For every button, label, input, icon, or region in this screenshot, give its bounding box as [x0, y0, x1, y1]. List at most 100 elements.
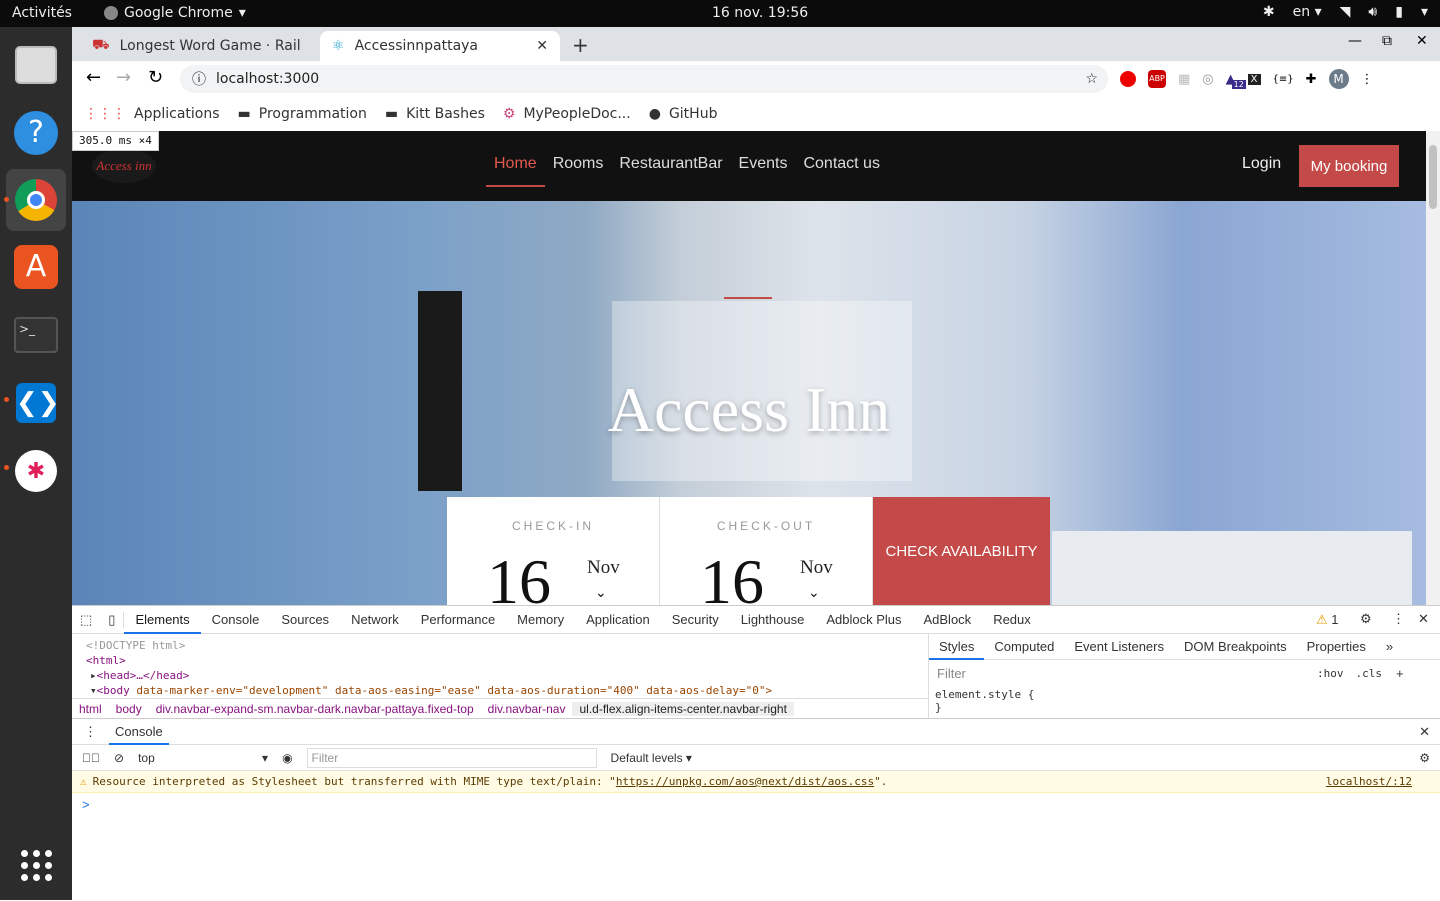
warnings-counter[interactable]: ⚠ 1 — [1316, 612, 1339, 628]
menu-kebab-icon[interactable]: ⋮ — [1361, 72, 1374, 87]
tab-lighthouse[interactable]: Lighthouse — [730, 606, 816, 634]
abp-icon[interactable]: ABP — [1148, 70, 1166, 88]
extension-grid-icon[interactable]: ▦ — [1178, 72, 1190, 87]
cls-toggle[interactable]: .cls — [1356, 667, 1383, 680]
device-toolbar-icon[interactable]: ▯ — [100, 611, 125, 628]
json-viewer-icon[interactable]: {≡} — [1273, 74, 1294, 85]
puzzle-icon[interactable]: ✚ — [1306, 72, 1317, 87]
more-tabs-icon[interactable]: » — [1376, 639, 1403, 654]
tab-computed[interactable]: Computed — [984, 639, 1064, 654]
nav-contact[interactable]: Contact us — [795, 131, 887, 201]
context-select[interactable]: top ▾ — [138, 751, 268, 765]
extension-badge-icon[interactable]: ▲ 12 — [1226, 72, 1246, 89]
slack-tray-icon[interactable]: ✱ — [1263, 4, 1275, 20]
crumb-navbar-right[interactable]: ul.d-flex.align-items-center.navbar-righ… — [572, 701, 794, 716]
clear-console-icon[interactable]: ⊘ — [114, 751, 124, 765]
extension-circle-icon[interactable]: ◎ — [1202, 72, 1213, 87]
drawer-tab-console[interactable]: Console — [109, 719, 169, 745]
close-tab-icon[interactable]: ✕ — [536, 38, 548, 54]
vscode-app[interactable]: ❮❯ — [10, 377, 62, 429]
crumb-navbar-nav[interactable]: div.navbar-nav — [481, 702, 573, 716]
tab-redux[interactable]: Redux — [982, 606, 1042, 634]
my-booking-button[interactable]: My booking — [1299, 145, 1399, 187]
system-tray[interactable]: ✱ en ▾ ◥ 🔊︎ ▮ ▾ — [1263, 4, 1428, 20]
add-rule-icon[interactable]: + — [1396, 666, 1404, 681]
tab-elements[interactable]: Elements — [124, 606, 201, 634]
reload-icon[interactable]: ↻ — [148, 67, 163, 88]
bookmark-applications[interactable]: ⋮⋮⋮ Applications — [84, 106, 220, 122]
live-expression-eye-icon[interactable]: ◉ — [282, 751, 292, 765]
login-link[interactable]: Login — [1242, 155, 1281, 173]
nav-events[interactable]: Events — [731, 131, 796, 201]
close-drawer-icon[interactable]: ✕ — [1419, 724, 1430, 740]
triangle-down-icon[interactable]: ▾ — [90, 684, 97, 697]
crumb-body[interactable]: body — [109, 702, 149, 716]
inspect-element-icon[interactable]: ⬚ — [72, 612, 100, 628]
show-applications-button[interactable] — [10, 839, 62, 891]
bookmark-github[interactable]: ● GitHub — [649, 106, 718, 122]
tab-longest-word[interactable]: ⛟ Longest Word Game · Rail — [80, 31, 320, 61]
hov-toggle[interactable]: :hov — [1317, 667, 1344, 680]
language-indicator[interactable]: en ▾ — [1293, 4, 1322, 20]
console-warning[interactable]: ⚠ Resource interpreted as Stylesheet but… — [72, 771, 1440, 793]
console-settings-gear-icon[interactable]: ⚙ — [1419, 751, 1430, 765]
maximize-button[interactable]: ⧉ — [1382, 33, 1392, 49]
page-scrollbar[interactable] — [1426, 131, 1440, 605]
settings-gear-icon[interactable]: ⚙ — [1360, 611, 1372, 627]
tab-network[interactable]: Network — [340, 606, 410, 634]
console-filter-input[interactable]: Filter — [306, 747, 597, 768]
new-tab-button[interactable]: + — [572, 33, 589, 57]
bookmark-star-icon[interactable]: ☆ — [1085, 71, 1098, 87]
files-app[interactable] — [10, 39, 62, 91]
tab-console[interactable]: Console — [201, 606, 271, 634]
crumb-navbar[interactable]: div.navbar-expand-sm.navbar-dark.navbar-… — [149, 702, 481, 716]
nav-rooms[interactable]: Rooms — [545, 131, 612, 201]
back-icon[interactable]: ← — [86, 67, 101, 88]
element-style-rule[interactable]: element.style { — [935, 688, 1434, 701]
minimize-button[interactable]: — — [1348, 33, 1362, 49]
clock[interactable]: 16 nov. 19:56 — [712, 5, 808, 21]
tab-performance[interactable]: Performance — [410, 606, 506, 634]
tab-sources[interactable]: Sources — [270, 606, 340, 634]
nav-home[interactable]: Home — [486, 131, 545, 187]
tab-dom-breakpoints[interactable]: DOM Breakpoints — [1174, 639, 1297, 654]
check-availability-button[interactable]: CHECK AVAILABILITY — [873, 497, 1050, 605]
tab-styles[interactable]: Styles — [929, 634, 985, 660]
tab-adblock-plus[interactable]: Adblock Plus — [815, 606, 912, 634]
nav-restaurantbar[interactable]: RestaurantBar — [611, 131, 730, 201]
info-icon[interactable]: ⓘ — [192, 69, 206, 89]
console-prompt[interactable]: > — [72, 793, 1440, 816]
activities-button[interactable]: Activités — [12, 5, 72, 21]
crumb-html[interactable]: html — [72, 702, 109, 716]
dom-head[interactable]: ▸<head>…</head> — [86, 668, 914, 683]
slack-app[interactable]: ✱ — [10, 445, 62, 497]
checkin-picker[interactable]: CHECK-IN 16 Nov ⌄ — [447, 497, 660, 605]
dom-body[interactable]: ▾<body data-marker-env="development" dat… — [86, 683, 914, 698]
forward-icon[interactable]: → — [116, 67, 131, 88]
warning-source-link[interactable]: localhost/:12 — [1326, 775, 1412, 788]
terminal-app[interactable]: >_ — [10, 309, 62, 361]
adblock-icon[interactable] — [1120, 71, 1136, 87]
dom-doctype[interactable]: <!DOCTYPE html> — [86, 638, 914, 653]
tab-properties[interactable]: Properties — [1297, 639, 1376, 654]
extension-x-icon[interactable]: X — [1247, 73, 1261, 85]
bookmark-programmation[interactable]: ▬ Programmation — [238, 106, 367, 122]
warning-link[interactable]: https://unpkg.com/aos@next/dist/aos.css — [616, 775, 874, 788]
app-menu[interactable]: Google Chrome ▾ — [104, 5, 246, 21]
chevron-down-icon[interactable]: ⌄ — [595, 585, 607, 602]
tab-event-listeners[interactable]: Event Listeners — [1064, 639, 1174, 654]
bookmark-kitt-bashes[interactable]: ▬ Kitt Bashes — [385, 106, 485, 122]
tab-memory[interactable]: Memory — [506, 606, 575, 634]
triangle-right-icon[interactable]: ▸ — [90, 669, 97, 682]
close-window-button[interactable]: ✕ — [1416, 33, 1428, 49]
tab-adblock[interactable]: AdBlock — [912, 606, 982, 634]
address-bar[interactable]: ⓘ localhost:3000 ☆ — [180, 65, 1108, 93]
sidebar-toggle-icon[interactable]: ▶⃞ — [82, 751, 100, 765]
profile-avatar[interactable]: M — [1328, 69, 1349, 89]
drawer-menu-icon[interactable]: ⋮ — [84, 724, 97, 740]
tab-application[interactable]: Application — [575, 606, 661, 634]
tab-security[interactable]: Security — [661, 606, 730, 634]
log-levels-select[interactable]: Default levels ▾ — [611, 751, 692, 765]
software-app[interactable]: A — [10, 241, 62, 293]
dom-html[interactable]: <html> — [86, 653, 914, 668]
